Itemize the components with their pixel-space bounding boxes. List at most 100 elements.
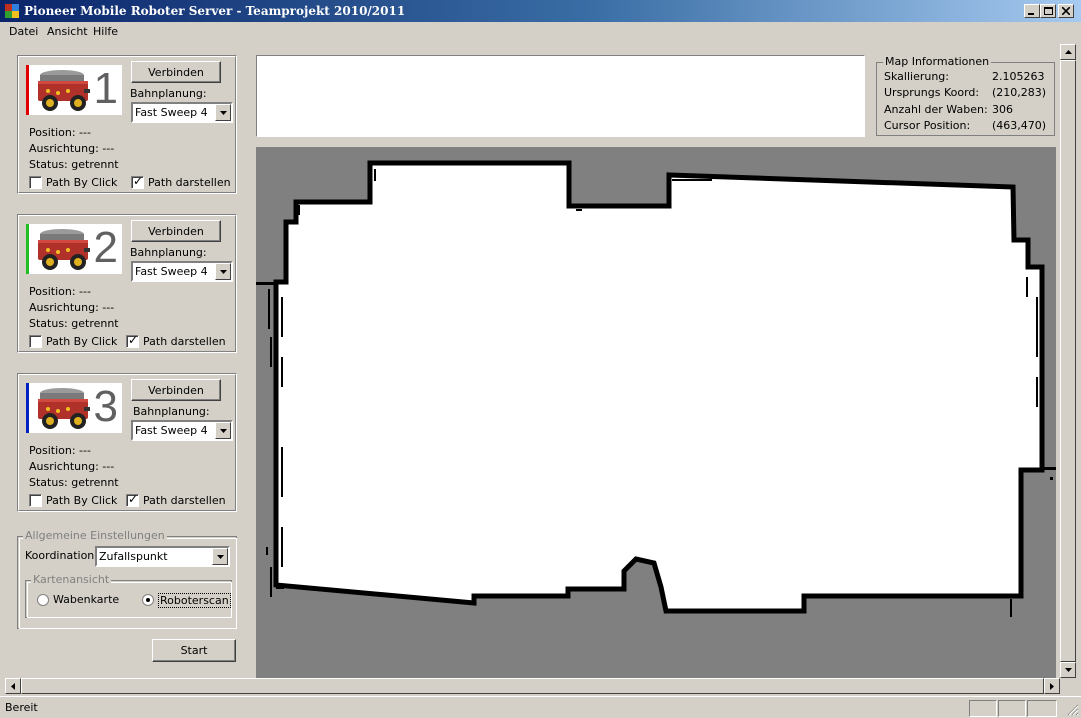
scroll-up-icon	[1064, 50, 1072, 54]
show-path-checkbox[interactable]: ✓	[126, 333, 139, 348]
honeycomb-count-label: Anzahl der Waben:	[884, 103, 988, 116]
log-output-area[interactable]	[256, 55, 865, 137]
scroll-left-icon	[11, 682, 15, 690]
scroll-right-button[interactable]	[1044, 678, 1060, 694]
coordination-select[interactable]: Zufallspunkt	[95, 546, 230, 567]
map-canvas[interactable]	[256, 147, 1056, 678]
connect-button-label: Verbinden	[148, 383, 204, 397]
connect-button[interactable]: Verbinden	[131, 379, 221, 401]
resize-grip-icon[interactable]	[1067, 704, 1079, 716]
robot-position: Position: ---	[29, 126, 91, 139]
robot-panel-1: 1 Verbinden Bahnplanung: Fast Sweep 4 Po…	[17, 55, 237, 194]
show-path-checkbox[interactable]: ✓	[126, 492, 139, 507]
maximize-button[interactable]	[1040, 4, 1056, 18]
robot-panel-2: 2 Verbinden Bahnplanung: Fast Sweep 4 Po…	[17, 214, 237, 353]
close-icon	[1062, 7, 1070, 15]
robot-orientation: Ausrichtung: ---	[29, 142, 115, 155]
path-by-click-checkbox[interactable]	[29, 335, 42, 348]
vertical-scroll-thumb[interactable]	[1060, 60, 1076, 662]
path-planning-value: Fast Sweep 4	[135, 265, 208, 278]
robot-status: Status: getrennt	[29, 317, 119, 330]
cursor-position-value: (463,470)	[992, 119, 1047, 132]
status-panel	[969, 700, 997, 717]
robot-number: 1	[93, 65, 118, 113]
maximize-icon	[1043, 6, 1053, 15]
close-button[interactable]	[1058, 4, 1074, 18]
minimize-button[interactable]	[1024, 4, 1040, 18]
radio-roboterscan[interactable]	[142, 594, 154, 606]
honeycomb-count-value: 306	[992, 103, 1013, 116]
path-by-click-checkbox[interactable]	[29, 176, 42, 189]
robot-color-indicator	[26, 224, 29, 274]
coordination-label: Koordination:	[25, 549, 98, 562]
menu-datei[interactable]: Datei	[9, 25, 38, 38]
path-by-click-label[interactable]: Path By Click	[46, 335, 117, 348]
general-settings-group: Allgemeine Einstellungen Koordination: Z…	[17, 529, 237, 629]
path-planning-value: Fast Sweep 4	[135, 106, 208, 119]
radio-roboterscan-label[interactable]: Roboterscan	[158, 593, 231, 608]
path-planning-select[interactable]: Fast Sweep 4	[131, 261, 233, 282]
origin-label: Ursprungs Koord:	[884, 86, 980, 99]
robot-status: Status: getrennt	[29, 158, 119, 171]
robot-position: Position: ---	[29, 444, 91, 457]
map-view-title: Kartenansicht	[31, 573, 112, 586]
show-path-label[interactable]: Path darstellen	[148, 176, 231, 189]
path-by-click-label[interactable]: Path By Click	[46, 494, 117, 507]
scroll-down-icon	[1064, 668, 1072, 672]
connect-button[interactable]: Verbinden	[131, 220, 221, 242]
show-path-label[interactable]: Path darstellen	[143, 335, 226, 348]
connect-button-label: Verbinden	[148, 224, 204, 238]
vertical-scrollbar[interactable]	[1060, 44, 1076, 678]
robot-picture-icon	[38, 70, 90, 111]
free-space-area	[273, 160, 1045, 614]
path-planning-label: Bahnplanung:	[130, 87, 207, 100]
checkmark-icon: ✓	[128, 492, 139, 506]
status-panel	[1027, 700, 1057, 717]
path-planning-select[interactable]: Fast Sweep 4	[131, 420, 233, 441]
app-icon	[5, 4, 19, 18]
scroll-up-button[interactable]	[1060, 44, 1076, 60]
horizontal-scrollbar[interactable]	[5, 678, 1060, 694]
robot-number: 3	[93, 383, 118, 431]
robot-position: Position: ---	[29, 285, 91, 298]
robot-status: Status: getrennt	[29, 476, 119, 489]
coordination-value: Zufallspunkt	[99, 550, 168, 563]
dropdown-arrow-icon	[215, 263, 231, 280]
path-by-click-checkbox[interactable]	[29, 494, 42, 507]
robot-panel-3: 3 Verbinden Bahnplanung: Fast Sweep 4 Po…	[17, 373, 237, 512]
radio-wabenkarte-label[interactable]: Wabenkarte	[53, 593, 119, 606]
connect-button-label: Verbinden	[148, 65, 204, 79]
scroll-down-button[interactable]	[1060, 662, 1076, 678]
scroll-left-button[interactable]	[5, 678, 21, 694]
robot-color-indicator	[26, 65, 29, 115]
connect-button[interactable]: Verbinden	[131, 61, 221, 83]
path-planning-label: Bahnplanung:	[130, 246, 207, 259]
menu-bar: Datei Ansicht Hilfe	[0, 22, 1081, 42]
show-path-label[interactable]: Path darstellen	[143, 494, 226, 507]
menu-hilfe-label: Hilfe	[93, 25, 119, 38]
title-bar: Pioneer Mobile Roboter Server - Teamproj…	[0, 0, 1081, 22]
show-path-checkbox[interactable]: ✓	[131, 174, 144, 189]
robot-image: 3	[26, 383, 122, 433]
dropdown-arrow-icon	[212, 548, 228, 565]
path-by-click-label[interactable]: Path By Click	[46, 176, 117, 189]
horizontal-scroll-thumb[interactable]	[21, 678, 1044, 694]
menu-hilfe[interactable]: Hilfe	[93, 25, 118, 38]
window-title: Pioneer Mobile Roboter Server - Teamproj…	[24, 4, 406, 18]
path-planning-select[interactable]: Fast Sweep 4	[131, 102, 233, 123]
checkmark-icon: ✓	[128, 333, 139, 347]
robot-image: 2	[26, 224, 122, 274]
path-planning-value: Fast Sweep 4	[135, 424, 208, 437]
radio-wabenkarte[interactable]	[37, 594, 49, 606]
robot-number: 2	[93, 224, 118, 272]
start-button-label: Start	[180, 644, 208, 657]
robot-orientation: Ausrichtung: ---	[29, 301, 115, 314]
menu-ansicht-label: Ansicht	[47, 25, 88, 38]
robot-picture-icon	[38, 229, 90, 270]
start-button[interactable]: Start	[152, 639, 236, 662]
menu-ansicht[interactable]: Ansicht	[47, 25, 88, 38]
scale-label: Skallierung:	[884, 70, 949, 83]
origin-value: (210,283)	[992, 86, 1047, 99]
map-view-group: Kartenansicht Wabenkarte Roboterscan	[25, 573, 232, 618]
status-panel	[998, 700, 1026, 717]
